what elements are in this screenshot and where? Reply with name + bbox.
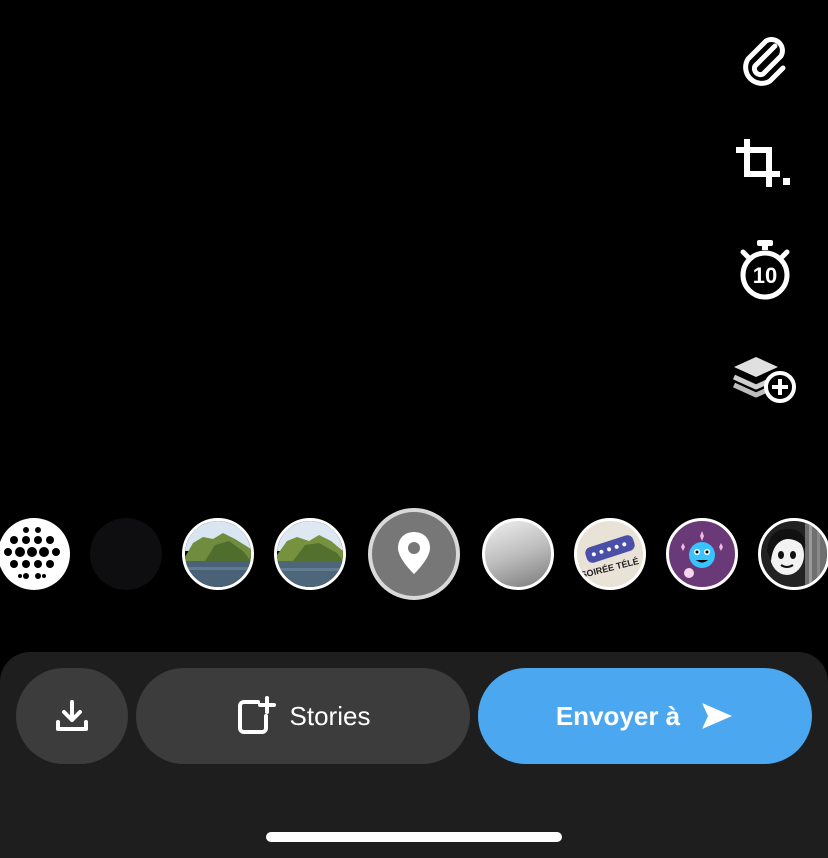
send-to-button[interactable]: Envoyer à <box>478 668 812 764</box>
face-lens[interactable] <box>758 518 828 590</box>
save-button[interactable] <box>16 668 128 764</box>
dot-pattern-icon <box>4 527 60 579</box>
paperclip-icon <box>743 37 786 86</box>
map-pin-icon <box>398 532 430 574</box>
landscape-image <box>277 521 343 587</box>
gradient-lens[interactable] <box>482 518 554 590</box>
dot-pattern-lens[interactable] <box>0 518 70 590</box>
stories-label: Stories <box>289 700 371 731</box>
timer-button[interactable]: 10 <box>730 240 800 300</box>
creature-sticker <box>681 531 723 578</box>
home-indicator <box>266 832 562 842</box>
location-lens[interactable] <box>368 508 460 600</box>
lens-carousel[interactable]: SOIRÉE TÉLÉ <box>0 508 828 608</box>
landscape-lens-2[interactable] <box>274 518 346 590</box>
face-image <box>767 521 827 587</box>
attach-button[interactable] <box>730 30 800 90</box>
creature-lens[interactable] <box>666 518 738 590</box>
download-icon <box>56 700 88 731</box>
layers-add-icon <box>732 357 796 403</box>
tv-remote-sticker: SOIRÉE TÉLÉ <box>580 535 640 580</box>
timer-value: 10 <box>753 263 777 288</box>
send-arrow-icon <box>702 703 733 729</box>
add-story-icon <box>237 696 276 734</box>
stories-button[interactable]: Stories <box>136 668 470 764</box>
dark-lens[interactable] <box>90 518 162 590</box>
landscape-lens-1[interactable] <box>182 518 254 590</box>
send-to-label: Envoyer à <box>555 700 681 731</box>
bottom-action-panel: Stories Envoyer à <box>0 652 828 858</box>
add-layer-button[interactable] <box>730 350 800 410</box>
crop-button[interactable] <box>730 134 800 194</box>
timer-icon: 10 <box>740 240 790 300</box>
soiree-tele-lens[interactable]: SOIRÉE TÉLÉ <box>574 518 646 590</box>
crop-icon <box>736 139 790 187</box>
landscape-image <box>185 521 251 587</box>
